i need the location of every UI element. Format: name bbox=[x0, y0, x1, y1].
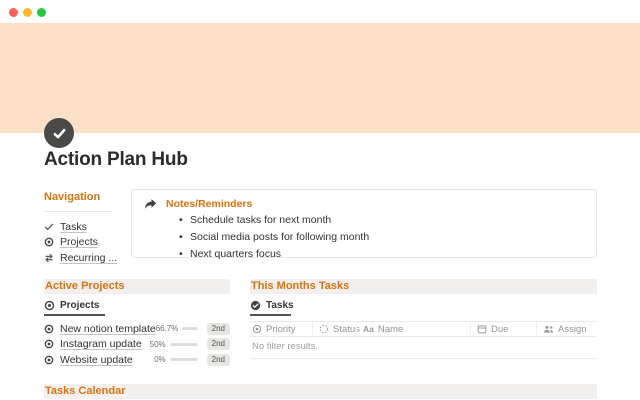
nav-link-projects[interactable]: Projects bbox=[44, 235, 130, 251]
column-assign[interactable]: Assign bbox=[536, 322, 597, 336]
project-badge: 2nd bbox=[206, 338, 230, 351]
navigation-section: Navigation Tasks Projects Recurring ... bbox=[44, 191, 130, 266]
notes-callout: Notes/Reminders Schedule tasks for next … bbox=[131, 189, 597, 263]
window-titlebar bbox=[0, 0, 640, 23]
progress-bar bbox=[169, 342, 198, 346]
nav-link-label: Recurring ... bbox=[60, 251, 118, 264]
projects-table: New notion template 66.7% 2nd Instagram … bbox=[44, 321, 230, 368]
tab-projects[interactable]: Projects bbox=[44, 300, 230, 316]
active-tab-indicator bbox=[250, 314, 291, 316]
column-due[interactable]: Due bbox=[470, 322, 536, 336]
target-icon bbox=[44, 237, 54, 247]
progress-bar bbox=[169, 358, 198, 362]
cover-banner bbox=[0, 23, 640, 133]
target-icon bbox=[44, 300, 55, 311]
page-title: Action Plan Hub bbox=[44, 149, 188, 170]
callout-bullet-list: Schedule tasks for next month Social med… bbox=[179, 212, 584, 263]
progress-bar bbox=[181, 327, 198, 331]
empty-results-text: No filter results. bbox=[250, 337, 597, 359]
tasks-table-header: Priority Status Aa Name Due Assign bbox=[250, 321, 597, 337]
minimize-button[interactable] bbox=[23, 8, 32, 17]
active-projects-section: Active Projects Projects New notion temp… bbox=[44, 279, 230, 368]
column-label: Name bbox=[377, 323, 404, 335]
calendar-icon bbox=[477, 324, 487, 334]
tab-tasks[interactable]: Tasks bbox=[250, 300, 597, 316]
target-icon bbox=[44, 324, 54, 334]
column-label: Assign bbox=[558, 323, 587, 335]
column-priority[interactable]: Priority bbox=[250, 322, 312, 336]
forward-arrow-icon bbox=[144, 198, 157, 210]
table-row[interactable]: New notion template 66.7% 2nd bbox=[44, 321, 230, 337]
nav-link-label: Tasks bbox=[60, 220, 87, 233]
target-icon bbox=[44, 355, 54, 365]
nav-link-label: Projects bbox=[60, 236, 98, 249]
divider bbox=[44, 211, 112, 212]
column-label: Due bbox=[491, 323, 509, 335]
close-button[interactable] bbox=[9, 8, 18, 17]
notion-window: Action Plan Hub Navigation Tasks Project… bbox=[0, 0, 640, 400]
window-controls bbox=[9, 8, 46, 17]
check-icon bbox=[44, 222, 54, 232]
months-tasks-heading: This Months Tasks bbox=[250, 279, 597, 294]
navigation-heading: Navigation bbox=[44, 191, 101, 203]
tab-label: Projects bbox=[60, 300, 100, 311]
page-check-circle-icon[interactable] bbox=[44, 118, 74, 148]
tab-label: Tasks bbox=[266, 300, 294, 311]
callout-title: Notes/Reminders bbox=[166, 198, 253, 210]
people-icon bbox=[543, 324, 554, 334]
table-row[interactable]: Website update 0% 2nd bbox=[44, 352, 230, 368]
tasks-calendar-section: Tasks Calendar bbox=[44, 384, 597, 399]
nav-link-tasks[interactable]: Tasks bbox=[44, 219, 130, 235]
status-icon bbox=[319, 324, 329, 334]
active-tab-indicator bbox=[44, 314, 105, 316]
project-name[interactable]: Website update bbox=[60, 354, 133, 366]
zoom-button[interactable] bbox=[37, 8, 46, 17]
project-percent: 66.7% bbox=[155, 324, 179, 334]
callout-bullet: Next quarters focus bbox=[179, 246, 584, 263]
project-badge: 2nd bbox=[206, 353, 230, 366]
project-name[interactable]: New notion template bbox=[60, 323, 156, 335]
months-tasks-section: This Months Tasks Tasks Priority Status bbox=[250, 279, 597, 359]
target-icon bbox=[44, 339, 54, 349]
project-percent: 0% bbox=[154, 355, 166, 365]
active-projects-heading: Active Projects bbox=[44, 279, 230, 294]
project-percent: 50% bbox=[149, 339, 166, 349]
check-circle-icon bbox=[250, 300, 261, 311]
column-name[interactable]: Aa Name bbox=[356, 322, 470, 336]
nav-link-recurring[interactable]: Recurring ... bbox=[44, 250, 130, 266]
table-row[interactable]: Instagram update 50% 2nd bbox=[44, 337, 230, 353]
callout-bullet: Schedule tasks for next month bbox=[179, 212, 584, 229]
repeat-icon bbox=[44, 253, 54, 263]
column-status[interactable]: Status bbox=[312, 322, 360, 336]
callout-bullet: Social media posts for following month bbox=[179, 229, 584, 246]
project-name[interactable]: Instagram update bbox=[60, 338, 142, 350]
column-label: Priority bbox=[266, 323, 296, 335]
priority-icon bbox=[252, 324, 262, 334]
project-badge: 2nd bbox=[206, 322, 230, 335]
text-icon: Aa bbox=[363, 324, 374, 334]
tasks-calendar-heading: Tasks Calendar bbox=[44, 384, 597, 399]
